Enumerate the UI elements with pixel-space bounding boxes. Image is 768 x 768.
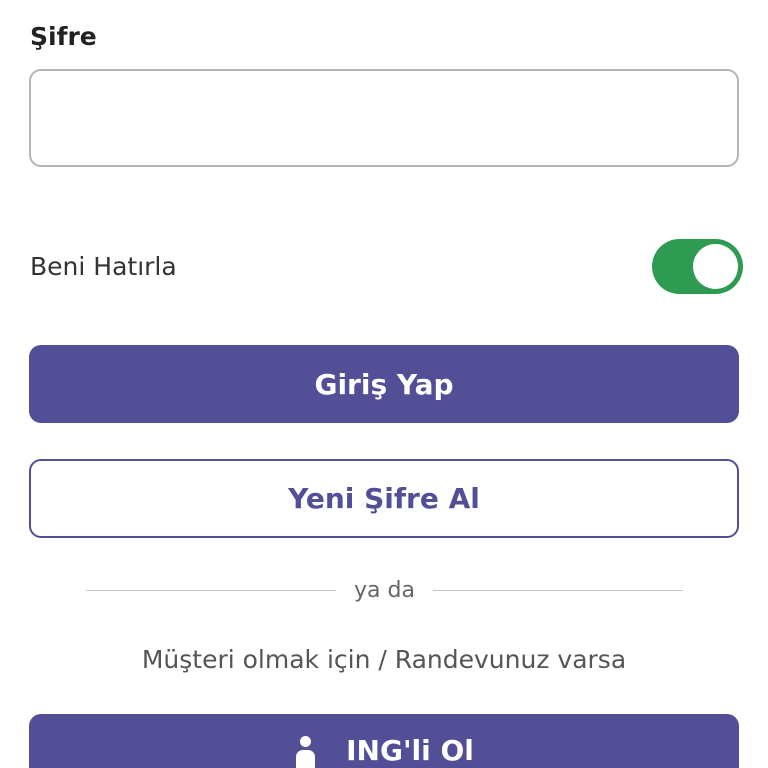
remember-me-toggle[interactable] xyxy=(652,239,743,294)
remember-me-label: Beni Hatırla xyxy=(30,252,177,281)
person-icon xyxy=(294,736,316,768)
or-divider: ya da xyxy=(86,574,684,606)
password-input[interactable] xyxy=(29,69,739,167)
divider-line-right xyxy=(432,589,684,591)
divider-text: ya da xyxy=(354,577,415,603)
login-button[interactable]: Giriş Yap xyxy=(29,345,739,423)
customer-info-text: Müşteri olmak için / Randevunuz varsa xyxy=(141,645,627,674)
toggle-knob xyxy=(693,244,738,289)
join-ing-button[interactable]: ING'li Ol xyxy=(29,714,739,768)
divider-line-left xyxy=(86,589,337,591)
login-page: Şifre Beni Hatırla Giriş Yap Yeni Şifre … xyxy=(0,0,768,768)
new-password-button[interactable]: Yeni Şifre Al xyxy=(29,459,739,538)
login-button-label: Giriş Yap xyxy=(314,367,454,401)
password-label: Şifre xyxy=(30,22,97,51)
new-password-button-label: Yeni Şifre Al xyxy=(288,482,480,515)
join-ing-button-label: ING'li Ol xyxy=(346,734,474,767)
remember-me-row: Beni Hatırla xyxy=(30,236,743,298)
